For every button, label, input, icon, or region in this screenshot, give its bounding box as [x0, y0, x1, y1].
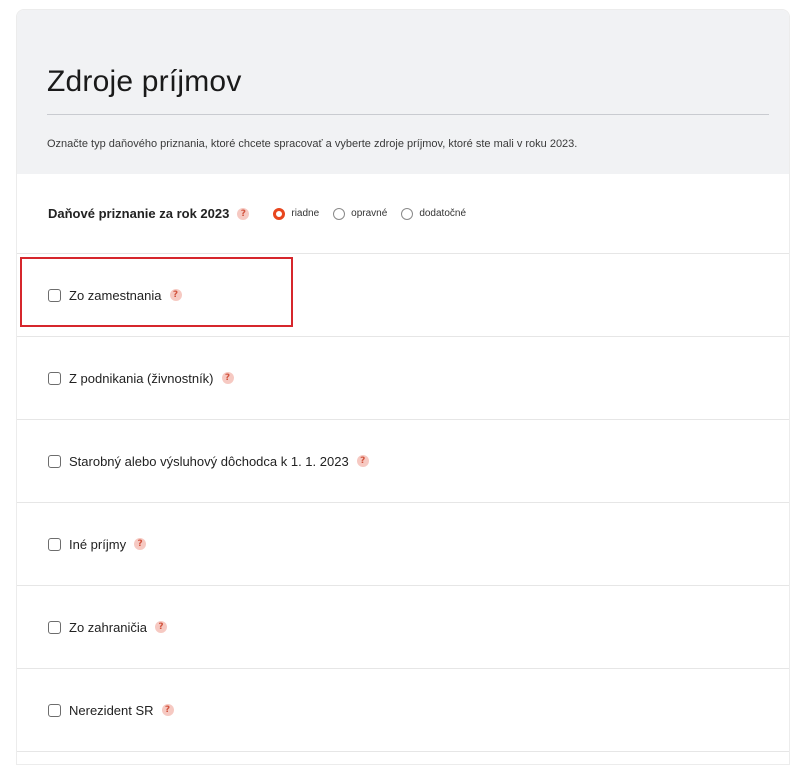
radio-selected-icon[interactable] [273, 207, 286, 220]
checkbox-label: Nerezident SR [69, 702, 154, 718]
checkbox-label: Zo zahraničia [69, 619, 148, 635]
page-title: Zdroje príjmov [47, 65, 242, 98]
tax-return-type-radio-group: riadne opravné dodatočné [273, 207, 480, 220]
checkbox-non-resident[interactable]: Nerezident SR [48, 703, 154, 718]
source-row-pensioner: Starobný alebo výsluhový dôchodca k 1. 1… [17, 420, 789, 503]
radio-unselected-icon[interactable] [333, 207, 346, 220]
tax-return-label: Daňové priznanie za rok 2023 [48, 206, 230, 221]
source-row-non-resident: Nerezident SR ? [17, 669, 789, 752]
radio-label: opravné [351, 208, 388, 219]
checkbox-icon[interactable] [48, 454, 61, 468]
help-icon[interactable]: ? [356, 455, 369, 467]
help-icon[interactable]: ? [237, 207, 250, 220]
checkbox-label: Zo zamestnania [69, 287, 162, 303]
checkbox-pensioner[interactable]: Starobný alebo výsluhový dôchodca k 1. 1… [48, 454, 349, 469]
checkbox-icon[interactable] [48, 620, 61, 634]
radio-label: dodatočné [419, 208, 467, 219]
source-row-employment: Zo zamestnania ? [17, 254, 789, 337]
title-divider [47, 114, 769, 115]
help-icon[interactable]: ? [134, 538, 147, 550]
checkbox-icon[interactable] [48, 703, 61, 717]
source-row-other-income: Iné príjmy ? [17, 503, 789, 586]
radio-unselected-icon[interactable] [401, 207, 414, 220]
checkbox-icon[interactable] [48, 537, 61, 551]
income-sources-card: Zdroje príjmov Označte typ daňového priz… [16, 9, 790, 765]
checkbox-label: Iné príjmy [69, 536, 127, 552]
card-header: Zdroje príjmov Označte typ daňového priz… [17, 10, 789, 174]
checkbox-abroad[interactable]: Zo zahraničia [48, 620, 147, 635]
checkbox-label: Z podnikania (živnostník) [69, 370, 214, 386]
radio-riadne[interactable]: riadne [273, 207, 320, 220]
radio-dodatocne[interactable]: dodatočné [401, 207, 467, 220]
source-row-business: Z podnikania (živnostník) ? [17, 337, 789, 420]
help-icon[interactable]: ? [155, 621, 168, 633]
help-icon[interactable]: ? [221, 372, 234, 384]
source-row-abroad: Zo zahraničia ? [17, 586, 789, 669]
checkbox-employment[interactable]: Zo zamestnania [48, 288, 162, 303]
radio-label: riadne [291, 208, 320, 219]
tax-return-type-row: Daňové priznanie za rok 2023 ? riadne op… [17, 174, 789, 254]
checkbox-business[interactable]: Z podnikania (živnostník) [48, 371, 214, 386]
radio-opravne[interactable]: opravné [333, 207, 388, 220]
help-icon[interactable]: ? [169, 289, 182, 301]
checkbox-label: Starobný alebo výsluhový dôchodca k 1. 1… [69, 453, 349, 469]
checkbox-icon[interactable] [48, 371, 61, 385]
page-subtitle: Označte typ daňového priznania, ktoré ch… [47, 138, 578, 150]
checkbox-icon[interactable] [48, 288, 61, 302]
help-icon[interactable]: ? [161, 704, 174, 716]
checkbox-other-income[interactable]: Iné príjmy [48, 537, 126, 552]
